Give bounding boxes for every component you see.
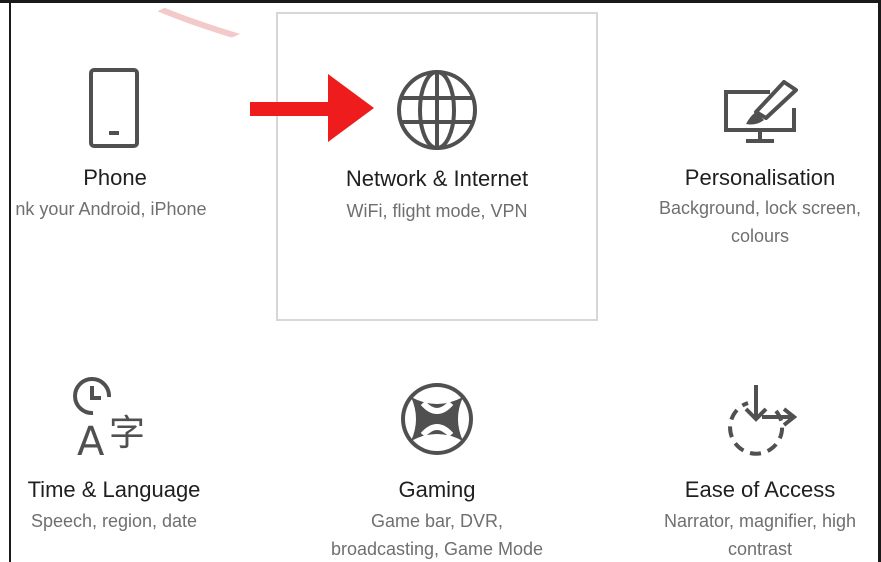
window-border-top: [0, 0, 881, 3]
tile-network-internet-title: Network & Internet: [345, 166, 529, 191]
tile-gaming-desc-line2: broadcasting, Game Mode: [330, 539, 544, 559]
tile-phone[interactable]: Phone nk your Android, iPhone: [0, 50, 230, 250]
tile-time-language[interactable]: A 字 Time & Language Speech, region, date: [0, 365, 230, 555]
tile-network-internet-desc: WiFi, flight mode, VPN: [346, 201, 528, 221]
tile-personalisation-desc-line2: colours: [730, 226, 790, 246]
paintbrush-monitor-icon: [724, 80, 798, 143]
svg-text:字: 字: [109, 413, 145, 454]
tile-network-internet[interactable]: Network & Internet WiFi, flight mode, VP…: [276, 12, 598, 321]
tile-ease-of-access-title: Ease of Access: [684, 477, 836, 502]
settings-window: Phone nk your Android, iPhone Network & …: [0, 0, 881, 562]
tile-personalisation-title: Personalisation: [684, 165, 836, 190]
tile-phone-desc: nk your Android, iPhone: [15, 199, 207, 219]
annotation-smear: [152, 4, 243, 40]
tile-personalisation[interactable]: Personalisation Background, lock screen,…: [640, 50, 880, 260]
ease-of-access-icon: [728, 385, 798, 456]
tile-ease-of-access-desc-line2: contrast: [727, 539, 793, 559]
tile-gaming-desc-line1: Game bar, DVR,: [370, 511, 504, 531]
tile-ease-of-access-desc-line1: Narrator, magnifier, high: [663, 511, 857, 531]
tile-phone-title: Phone: [83, 165, 147, 190]
tile-time-language-title: Time & Language: [27, 477, 201, 502]
tile-gaming[interactable]: Gaming Game bar, DVR, broadcasting, Game…: [300, 365, 574, 562]
clock-language-icon: A 字: [73, 377, 145, 459]
tile-gaming-title: Gaming: [398, 477, 476, 502]
svg-text:A: A: [77, 419, 105, 459]
globe-icon: [397, 70, 477, 150]
tile-time-language-desc: Speech, region, date: [30, 511, 198, 531]
tile-personalisation-desc-line1: Background, lock screen,: [658, 198, 862, 218]
phone-icon: [89, 68, 139, 148]
xbox-icon: [401, 383, 473, 455]
red-arrow-icon: [250, 74, 374, 142]
tile-ease-of-access[interactable]: Ease of Access Narrator, magnifier, high…: [640, 365, 880, 562]
